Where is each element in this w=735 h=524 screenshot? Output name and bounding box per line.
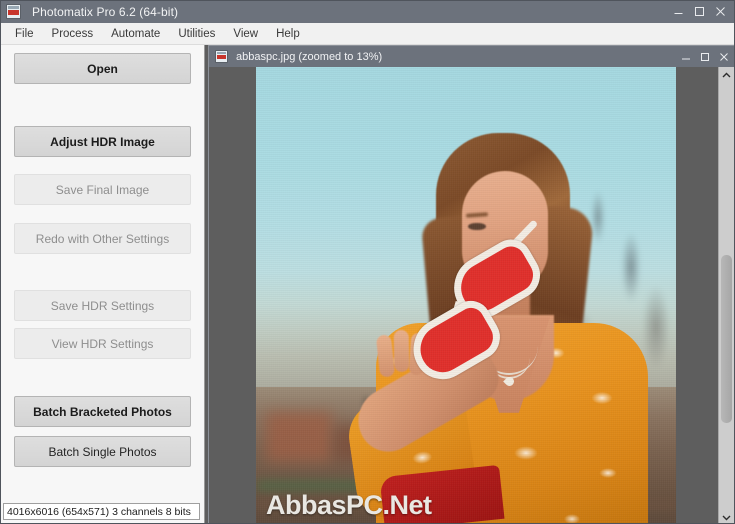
menu-item-automate[interactable]: Automate <box>102 25 169 43</box>
maximize-icon[interactable] <box>689 1 710 22</box>
mdi-workspace: abbaspc.jpg (zoomed to 13%) AbbasPC.Net <box>205 45 735 524</box>
menu-item-file[interactable]: File <box>6 25 43 43</box>
image-close-icon[interactable] <box>714 47 733 66</box>
view-hdr-settings-button[interactable]: View HDR Settings <box>14 328 191 359</box>
photomatix-application-window: Photomatix Pro 6.2 (64-bit) File Process… <box>0 0 735 524</box>
photomatix-app-icon <box>6 4 21 19</box>
menu-item-process[interactable]: Process <box>43 25 103 43</box>
menu-item-utilities[interactable]: Utilities <box>169 25 224 43</box>
adjust-hdr-image-button[interactable]: Adjust HDR Image <box>14 126 191 157</box>
image-info-status-bar: 4016x6016 (654x571) 3 channels 8 bits <box>3 503 200 520</box>
window-title: Photomatix Pro 6.2 (64-bit) <box>32 4 179 19</box>
workflow-button-stack: Open Adjust HDR Image Save Final Image R… <box>0 45 204 500</box>
chevron-up-icon[interactable] <box>719 67 734 83</box>
menu-bar: File Process Automate Utilities View Hel… <box>0 23 735 45</box>
image-window-title-bar[interactable]: abbaspc.jpg (zoomed to 13%) <box>209 46 735 67</box>
photo-eye <box>468 223 486 230</box>
workflow-sidebar: Open Adjust HDR Image Save Final Image R… <box>0 45 205 524</box>
batch-bracketed-photos-button[interactable]: Batch Bracketed Photos <box>14 396 191 427</box>
window-controls <box>668 0 731 23</box>
image-child-window: abbaspc.jpg (zoomed to 13%) AbbasPC.Net <box>208 45 735 524</box>
chevron-down-icon[interactable] <box>719 509 734 524</box>
menu-item-help[interactable]: Help <box>267 25 309 43</box>
image-window-controls <box>676 46 733 67</box>
image-window-title: abbaspc.jpg (zoomed to 13%) <box>236 50 383 63</box>
save-final-image-button[interactable]: Save Final Image <box>14 174 191 205</box>
photo-watermark: AbbasPC.Net <box>266 490 432 520</box>
close-icon[interactable] <box>710 1 731 22</box>
image-canvas[interactable]: AbbasPC.Net <box>209 67 719 524</box>
save-hdr-settings-button[interactable]: Save HDR Settings <box>14 290 191 321</box>
image-vertical-scrollbar[interactable] <box>718 67 734 524</box>
image-maximize-icon[interactable] <box>695 47 714 66</box>
application-body: Open Adjust HDR Image Save Final Image R… <box>0 45 735 524</box>
scrollbar-thumb[interactable] <box>721 255 732 423</box>
open-button[interactable]: Open <box>14 53 191 84</box>
image-minimize-icon[interactable] <box>676 47 695 66</box>
main-title-bar[interactable]: Photomatix Pro 6.2 (64-bit) <box>0 0 735 23</box>
batch-single-photos-button[interactable]: Batch Single Photos <box>14 436 191 467</box>
redo-with-other-settings-button[interactable]: Redo with Other Settings <box>14 223 191 254</box>
minimize-icon[interactable] <box>668 1 689 22</box>
photo-building-1 <box>266 412 332 462</box>
photomatix-document-icon <box>215 50 228 63</box>
photo-preview: AbbasPC.Net <box>256 67 676 524</box>
menu-item-view[interactable]: View <box>224 25 267 43</box>
